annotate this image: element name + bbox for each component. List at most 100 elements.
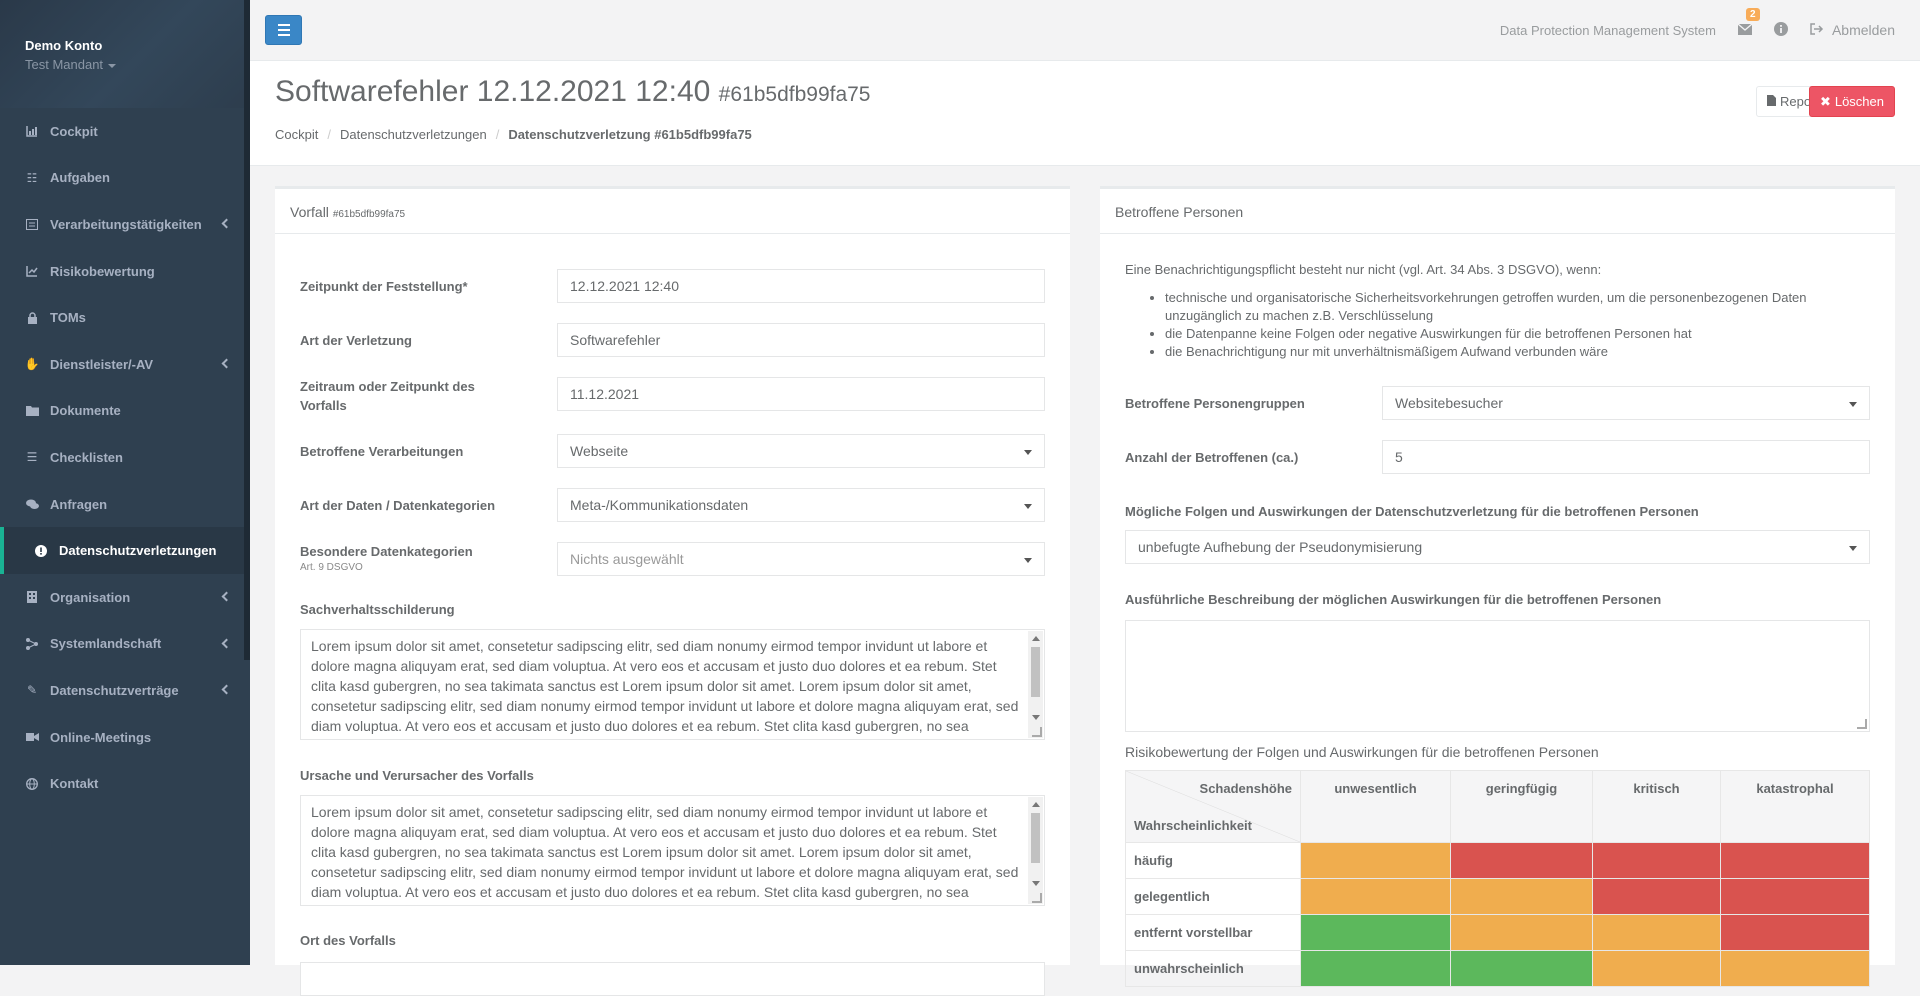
sidebar-item-label: Organisation bbox=[50, 589, 131, 605]
sidebar-item-label: Cockpit bbox=[50, 123, 98, 139]
menu-toggle-button[interactable] bbox=[265, 15, 302, 45]
groups-select[interactable]: Websitebesucher bbox=[1382, 386, 1870, 420]
count-field[interactable]: 5 bbox=[1382, 440, 1870, 474]
resize-handle-icon[interactable] bbox=[1032, 893, 1042, 903]
caret-down-icon bbox=[1849, 546, 1857, 551]
groups-label: Betroffene Personengruppen bbox=[1125, 396, 1305, 411]
risk-cell[interactable] bbox=[1450, 914, 1593, 951]
sidebar-item-risikobewertung[interactable]: Risikobewertung bbox=[0, 248, 250, 295]
cause-scrollbar[interactable] bbox=[1028, 797, 1043, 904]
incident-panel-title: Vorfall #61b5dfb99fa75 bbox=[275, 189, 1070, 234]
delete-button[interactable]: ✖ Löschen bbox=[1808, 86, 1895, 117]
info-icon[interactable] bbox=[1773, 21, 1788, 39]
risk-column-header: kritisch bbox=[1592, 770, 1721, 843]
sidebar-item-label: Dienstleister/-AV bbox=[50, 356, 154, 372]
video-icon bbox=[25, 730, 39, 744]
risk-cell[interactable] bbox=[1450, 842, 1593, 879]
sidebar-item-datenschutzverletzungen[interactable]: Datenschutzverletzungen bbox=[0, 527, 250, 574]
period-field[interactable]: 11.12.2021 bbox=[557, 377, 1045, 411]
list-alt-icon bbox=[25, 217, 39, 231]
logout-button[interactable]: Abmelden bbox=[1810, 22, 1895, 38]
risk-cell[interactable] bbox=[1592, 914, 1721, 951]
risk-cell[interactable] bbox=[1300, 950, 1451, 987]
facts-label: Sachverhaltsschilderung bbox=[300, 602, 455, 617]
special-placeholder: Nichts ausgewählt bbox=[570, 551, 684, 567]
resize-handle-icon[interactable] bbox=[1857, 719, 1867, 729]
sidebar-item-label: Systemlandschaft bbox=[50, 636, 162, 652]
sidebar-item-datenschutzvertraege[interactable]: ✎ Datenschutzverträge bbox=[0, 667, 250, 714]
topbar: Data Protection Management System 2 Abme… bbox=[250, 0, 1920, 61]
consequences-select[interactable]: unbefugte Aufhebung der Pseudonymisierun… bbox=[1125, 530, 1870, 564]
sidebar-item-cockpit[interactable]: Cockpit bbox=[0, 108, 250, 155]
sidebar-item-systemlandschaft[interactable]: Systemlandschaft bbox=[0, 621, 250, 668]
location-field[interactable] bbox=[300, 962, 1045, 996]
special-sub-label: Art. 9 DSGVO bbox=[300, 562, 363, 573]
risk-cell[interactable] bbox=[1720, 950, 1870, 987]
sidebar-nav: Cockpit ☷ Aufgaben Verarbeitungstätigkeit… bbox=[0, 108, 250, 807]
list-item: die Benachrichtigung nur mit unverhältni… bbox=[1165, 343, 1870, 361]
sidebar-item-label: Anfragen bbox=[50, 496, 108, 512]
risk-cell[interactable] bbox=[1720, 914, 1870, 951]
sidebar-item-online-meetings[interactable]: Online-Meetings bbox=[0, 714, 250, 761]
resize-handle-icon[interactable] bbox=[1032, 727, 1042, 737]
risk-cell[interactable] bbox=[1592, 842, 1721, 879]
page-title-id: #61b5dfb99fa75 bbox=[718, 83, 871, 106]
notice-list: technische und organisatorische Sicherhe… bbox=[1125, 289, 1870, 361]
table-row: entfernt vorstellbar bbox=[1125, 914, 1870, 951]
sidebar-item-dienstleister[interactable]: ✋ Dienstleister/-AV bbox=[0, 341, 250, 388]
risk-cell[interactable] bbox=[1450, 950, 1593, 987]
risk-cell[interactable] bbox=[1592, 878, 1721, 915]
chevron-left-icon bbox=[221, 591, 232, 602]
sidebar-item-aufgaben[interactable]: ☷ Aufgaben bbox=[0, 155, 250, 202]
table-row: gelegentlich bbox=[1125, 878, 1870, 915]
breadcrumb-cockpit[interactable]: Cockpit bbox=[275, 127, 318, 142]
risk-row-label: gelegentlich bbox=[1125, 878, 1301, 915]
risk-column-header: geringfügig bbox=[1450, 770, 1593, 843]
risk-cell[interactable] bbox=[1720, 842, 1870, 879]
account-name: Demo Konto bbox=[25, 38, 103, 53]
network-icon bbox=[25, 637, 39, 651]
line-chart-icon bbox=[25, 264, 39, 278]
notification-notice: Eine Benachrichtigungspflicht besteht nu… bbox=[1125, 261, 1870, 361]
topbar-right: Data Protection Management System 2 Abme… bbox=[1500, 0, 1895, 60]
sidebar-item-anfragen[interactable]: Anfragen bbox=[0, 481, 250, 528]
risk-cell[interactable] bbox=[1592, 950, 1721, 987]
sidebar-item-verarbeitungstaetigkeiten[interactable]: Verarbeitungstätigkeiten bbox=[0, 201, 250, 248]
sidebar-item-checklisten[interactable]: ☰ Checklisten bbox=[0, 434, 250, 481]
facts-textarea[interactable]: Lorem ipsum dolor sit amet, consetetur s… bbox=[300, 629, 1045, 740]
sidebar-item-organisation[interactable]: Organisation bbox=[0, 574, 250, 621]
cause-label: Ursache und Verursacher des Vorfalls bbox=[300, 768, 534, 783]
risk-cell[interactable] bbox=[1300, 914, 1451, 951]
breadcrumb-datenschutzverletzungen[interactable]: Datenschutzverletzungen bbox=[340, 127, 487, 142]
special-select[interactable]: Nichts ausgewählt bbox=[557, 542, 1045, 576]
risk-cell[interactable] bbox=[1450, 878, 1593, 915]
messages-button[interactable]: 2 bbox=[1737, 7, 1760, 38]
detected-field[interactable]: 12.12.2021 12:40 bbox=[557, 269, 1045, 303]
risk-column-header: katastrophal bbox=[1720, 770, 1870, 843]
logout-label: Abmelden bbox=[1831, 22, 1895, 38]
sidebar-item-dokumente[interactable]: Dokumente bbox=[0, 388, 250, 435]
description-label: Ausführliche Beschreibung der möglichen … bbox=[1125, 592, 1662, 607]
globe-icon bbox=[25, 777, 39, 791]
risk-cell[interactable] bbox=[1300, 842, 1451, 879]
consequences-value: unbefugte Aufhebung der Pseudonymisierun… bbox=[1138, 539, 1423, 555]
caret-down-icon bbox=[1024, 504, 1032, 509]
type-field[interactable]: Softwarefehler bbox=[557, 323, 1045, 357]
risk-cell[interactable] bbox=[1720, 878, 1870, 915]
sidebar-item-toms[interactable]: TOMs bbox=[0, 294, 250, 341]
processing-select[interactable]: Webseite bbox=[557, 434, 1045, 468]
sidebar-item-label: Online-Meetings bbox=[50, 729, 152, 745]
tenant-switcher[interactable]: Test Mandant bbox=[25, 57, 225, 72]
cause-textarea[interactable]: Lorem ipsum dolor sit amet, consetetur s… bbox=[300, 795, 1045, 906]
description-textarea[interactable] bbox=[1125, 620, 1870, 732]
facts-text: Lorem ipsum dolor sit amet, consetetur s… bbox=[311, 638, 1019, 739]
risk-cell[interactable] bbox=[1300, 878, 1451, 915]
facts-scrollbar[interactable] bbox=[1028, 631, 1043, 738]
chevron-left-icon bbox=[221, 638, 232, 649]
breadcrumb-current: Datenschutzverletzung #61b5dfb99fa75 bbox=[508, 127, 752, 142]
sidebar-item-kontakt[interactable]: Kontakt bbox=[0, 760, 250, 807]
messages-count-badge: 2 bbox=[1745, 7, 1760, 21]
groups-value: Websitebesucher bbox=[1395, 395, 1503, 411]
list-item: technische und organisatorische Sicherhe… bbox=[1165, 289, 1870, 325]
datatype-select[interactable]: Meta-/Kommunikationsdaten bbox=[557, 488, 1045, 522]
